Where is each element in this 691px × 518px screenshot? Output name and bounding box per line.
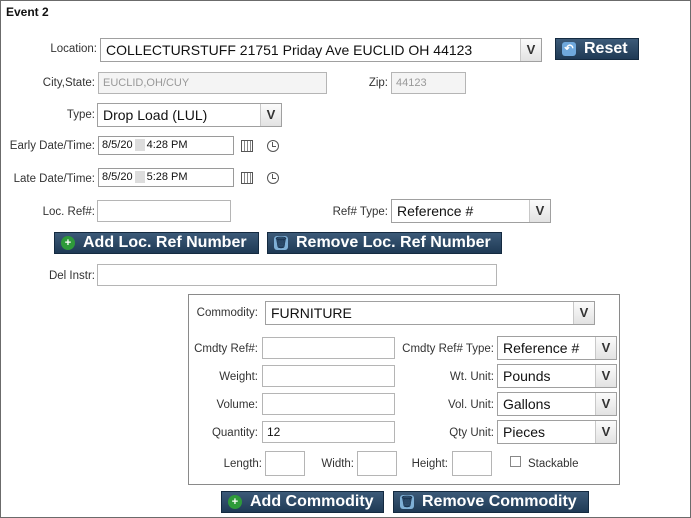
add-icon: + xyxy=(61,236,75,250)
wt-unit-value: Pounds xyxy=(503,368,551,384)
type-value: Drop Load (LUL) xyxy=(103,107,208,123)
location-select[interactable]: COLLECTURSTUFF 21751 Priday Ave EUCLID O… xyxy=(100,38,542,62)
zip-label: Zip: xyxy=(368,77,388,89)
chevron-down-icon: V xyxy=(529,200,550,222)
early-time: 4:28 PM xyxy=(146,139,188,151)
weight-label: Weight: xyxy=(219,371,258,383)
cmdty-ref-label: Cmdty Ref#: xyxy=(194,343,258,355)
late-time: 5:28 PM xyxy=(146,171,188,183)
stackable-label: Stackable xyxy=(528,458,579,470)
chevron-down-icon: V xyxy=(520,39,541,61)
section-title: Event 2 xyxy=(6,5,49,19)
qty-unit-select[interactable]: Pieces V xyxy=(497,420,617,444)
add-commodity-label: Add Commodity xyxy=(250,493,374,510)
wt-unit-label: Wt. Unit: xyxy=(449,371,494,383)
early-datetime-label: Early Date/Time: xyxy=(9,140,95,152)
vol-unit-label: Vol. Unit: xyxy=(447,399,494,411)
quantity-label: Quantity: xyxy=(211,427,258,439)
trash-icon: 🗑 xyxy=(274,236,288,250)
volume-field[interactable] xyxy=(262,393,395,415)
type-select[interactable]: Drop Load (LUL) V xyxy=(97,103,282,127)
chevron-down-icon: V xyxy=(595,365,616,387)
cmdty-ref-type-select[interactable]: Reference # V xyxy=(497,336,617,360)
width-field[interactable] xyxy=(357,451,397,476)
redacted-year xyxy=(134,171,145,184)
chevron-down-icon: V xyxy=(595,421,616,443)
type-label: Type: xyxy=(66,109,95,121)
location-value: COLLECTURSTUFF 21751 Priday Ave EUCLID O… xyxy=(106,42,473,58)
quantity-field[interactable]: 12 xyxy=(262,421,395,443)
remove-loc-ref-label: Remove Loc. Ref Number xyxy=(296,234,491,251)
stackable-checkbox[interactable] xyxy=(510,456,521,467)
ref-type-select[interactable]: Reference # V xyxy=(391,199,551,223)
remove-commodity-button[interactable]: 🗑 Remove Commodity xyxy=(393,491,589,513)
chevron-down-icon: V xyxy=(595,393,616,415)
undo-icon: ↶ xyxy=(562,42,576,56)
height-label: Height: xyxy=(411,458,448,470)
late-datetime-label: Late Date/Time: xyxy=(13,173,95,185)
city-state-field[interactable]: EUCLID,OH/CUY xyxy=(98,72,327,94)
city-state-label: City,State: xyxy=(42,77,95,89)
early-date: 8/5/20 xyxy=(102,139,133,151)
remove-commodity-label: Remove Commodity xyxy=(422,493,577,510)
commodity-select[interactable]: FURNITURE V xyxy=(265,301,595,325)
ref-type-value: Reference # xyxy=(397,203,474,219)
height-field[interactable] xyxy=(452,451,492,476)
add-loc-ref-button[interactable]: + Add Loc. Ref Number xyxy=(54,232,259,254)
calendar-icon[interactable] xyxy=(241,140,253,152)
weight-field[interactable] xyxy=(262,365,395,387)
reset-button[interactable]: ↶ Reset xyxy=(555,38,639,60)
add-loc-ref-label: Add Loc. Ref Number xyxy=(83,234,247,251)
remove-loc-ref-button[interactable]: 🗑 Remove Loc. Ref Number xyxy=(267,232,502,254)
zip-field[interactable]: 44123 xyxy=(391,72,466,94)
chevron-down-icon: V xyxy=(573,302,594,324)
commodity-value: FURNITURE xyxy=(271,305,352,321)
width-label: Width: xyxy=(321,458,354,470)
commodity-label: Commodity: xyxy=(196,307,258,319)
add-icon: + xyxy=(228,495,242,509)
cmdty-ref-type-value: Reference # xyxy=(503,340,580,356)
loc-ref-label: Loc. Ref#: xyxy=(42,206,95,218)
clock-icon[interactable] xyxy=(267,140,279,152)
del-instr-label: Del Instr: xyxy=(48,270,95,282)
loc-ref-field[interactable] xyxy=(97,200,231,222)
late-date: 8/5/20 xyxy=(102,171,133,183)
chevron-down-icon: V xyxy=(595,337,616,359)
wt-unit-select[interactable]: Pounds V xyxy=(497,364,617,388)
chevron-down-icon: V xyxy=(260,104,281,126)
qty-unit-label: Qty Unit: xyxy=(449,427,494,439)
qty-unit-value: Pieces xyxy=(503,424,546,440)
length-field[interactable] xyxy=(265,451,305,476)
late-datetime-input[interactable]: 8/5/20 5:28 PM xyxy=(98,168,234,187)
del-instr-field[interactable] xyxy=(97,264,497,286)
add-commodity-button[interactable]: + Add Commodity xyxy=(221,491,384,513)
vol-unit-select[interactable]: Gallons V xyxy=(497,392,617,416)
length-label: Length: xyxy=(223,458,262,470)
vol-unit-value: Gallons xyxy=(503,396,551,412)
volume-label: Volume: xyxy=(216,399,258,411)
ref-type-label: Ref# Type: xyxy=(332,206,388,218)
reset-label: Reset xyxy=(584,40,628,57)
clock-icon[interactable] xyxy=(267,172,279,184)
calendar-icon[interactable] xyxy=(241,172,253,184)
trash-icon: 🗑 xyxy=(400,495,414,509)
redacted-year xyxy=(134,139,145,152)
cmdty-ref-field[interactable] xyxy=(262,337,395,359)
location-label: Location: xyxy=(50,43,97,55)
early-datetime-input[interactable]: 8/5/20 4:28 PM xyxy=(98,136,234,155)
cmdty-ref-type-label: Cmdty Ref# Type: xyxy=(402,343,494,355)
